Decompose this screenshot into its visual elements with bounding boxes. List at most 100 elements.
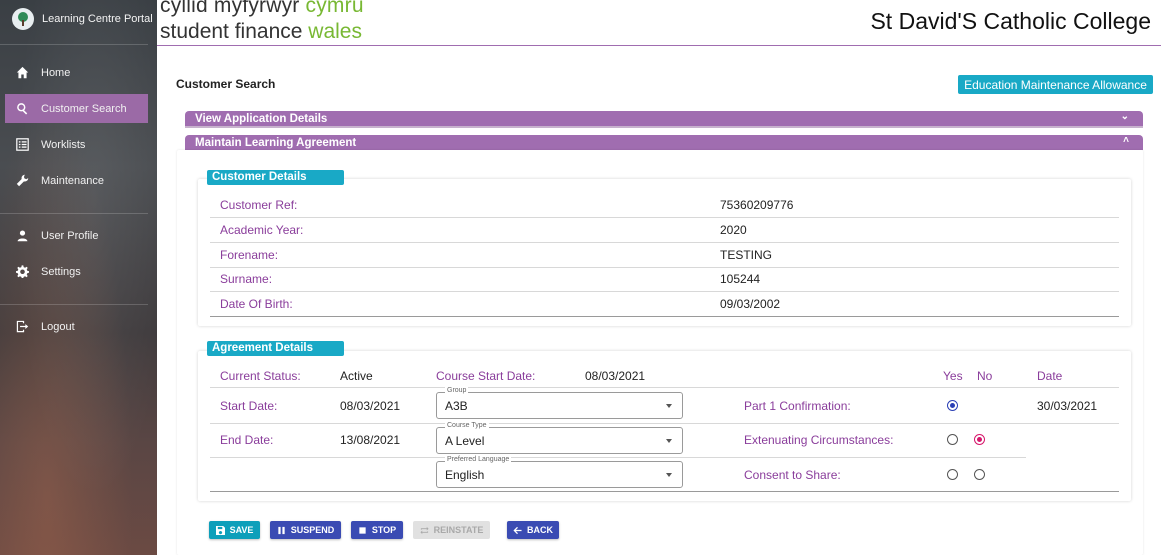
select-legend: Group bbox=[445, 387, 469, 394]
forename-row: Forename: TESTING bbox=[210, 243, 1119, 268]
part1-date-value: 30/03/2021 bbox=[1037, 399, 1098, 413]
logout-icon bbox=[15, 320, 29, 334]
stop-button[interactable]: STOP bbox=[351, 521, 403, 539]
field-label: Date Of Birth: bbox=[220, 297, 293, 311]
arrow-left-icon bbox=[513, 526, 522, 534]
sidebar-item-label: Logout bbox=[41, 320, 75, 333]
brand-logo-english: student finance wales bbox=[160, 20, 362, 43]
header-divider bbox=[157, 45, 1161, 46]
sidebar-item-worklists[interactable]: Worklists bbox=[5, 130, 148, 159]
field-label: Forename: bbox=[220, 248, 279, 262]
repeat-icon bbox=[420, 526, 429, 534]
sidebar-item-maintenance[interactable]: Maintenance bbox=[5, 166, 148, 195]
maintain-learning-agreement-panel[interactable]: Maintain Learning Agreement ˄ bbox=[185, 135, 1143, 150]
sidebar-item-label: User Profile bbox=[41, 229, 99, 242]
consent-yes-radio[interactable] bbox=[947, 469, 958, 480]
chevron-up-icon: ˄ bbox=[1123, 135, 1129, 146]
view-application-details-panel[interactable]: View Application Details ⌄ bbox=[185, 111, 1143, 126]
field-value: 75360209776 bbox=[720, 198, 794, 212]
course-start-date-label: Course Start Date: bbox=[436, 369, 536, 383]
sidebar-item-settings[interactable]: Settings bbox=[5, 257, 148, 286]
part1-yes-radio[interactable] bbox=[947, 400, 958, 411]
save-button[interactable]: SAVE bbox=[209, 521, 260, 539]
button-label: SAVE bbox=[229, 525, 254, 535]
start-date-label: Start Date: bbox=[220, 399, 278, 413]
field-label: Customer Ref: bbox=[220, 198, 298, 212]
dropdown-arrow-icon bbox=[666, 439, 672, 443]
button-label: BACK bbox=[527, 525, 553, 535]
select-value: English bbox=[445, 468, 485, 482]
sidebar: Learning Centre Portal Home Customer Sea… bbox=[0, 0, 157, 555]
field-value: 2020 bbox=[720, 223, 747, 237]
panel-title: Maintain Learning Agreement bbox=[195, 136, 357, 149]
field-label: Academic Year: bbox=[220, 223, 304, 237]
sidebar-item-label: Worklists bbox=[41, 138, 86, 151]
sidebar-divider bbox=[0, 304, 148, 305]
field-label: Surname: bbox=[220, 272, 273, 286]
academic-year-row: Academic Year: 2020 bbox=[210, 218, 1119, 243]
search-icon bbox=[15, 102, 29, 116]
sidebar-item-label: Home bbox=[41, 66, 71, 79]
date-column-header: Date bbox=[1037, 369, 1063, 383]
select-value: A3B bbox=[445, 399, 468, 413]
back-button[interactable]: BACK bbox=[507, 521, 559, 539]
field-value: 105244 bbox=[720, 272, 761, 286]
extenuating-circumstances-label: Extenuating Circumstances: bbox=[744, 433, 894, 447]
tree-logo-icon bbox=[12, 8, 34, 30]
row-divider bbox=[210, 457, 1026, 458]
field-value: TESTING bbox=[720, 248, 773, 262]
stop-icon bbox=[359, 526, 366, 534]
panel-divider bbox=[185, 126, 1143, 128]
portal-header: Learning Centre Portal bbox=[0, 0, 157, 38]
current-status-label: Current Status: bbox=[220, 369, 301, 383]
yes-column-header: Yes bbox=[943, 369, 963, 383]
preferred-language-select[interactable]: Preferred Language English bbox=[436, 456, 683, 488]
user-icon bbox=[15, 229, 29, 243]
button-label: SUSPEND bbox=[290, 525, 335, 535]
customer-details-heading: Customer Details bbox=[207, 170, 344, 185]
dropdown-arrow-icon bbox=[666, 473, 672, 477]
course-start-date-value: 08/03/2021 bbox=[585, 369, 646, 383]
surname-row: Surname: 105244 bbox=[210, 267, 1119, 292]
chevron-down-icon: ⌄ bbox=[1120, 111, 1129, 122]
end-date-value: 13/08/2021 bbox=[340, 433, 401, 447]
sidebar-item-label: Maintenance bbox=[41, 174, 104, 187]
agreement-details-heading: Agreement Details bbox=[207, 341, 344, 356]
reinstate-button[interactable]: REINSTATE bbox=[413, 521, 490, 539]
panel-title: View Application Details bbox=[195, 112, 328, 125]
course-type-select[interactable]: Course Type A Level bbox=[436, 422, 683, 454]
group-select[interactable]: Group A3B bbox=[436, 387, 683, 419]
current-status-value: Active bbox=[340, 369, 373, 383]
page-title: Customer Search bbox=[176, 77, 276, 91]
button-label: STOP bbox=[371, 525, 397, 535]
sidebar-item-home[interactable]: Home bbox=[5, 58, 148, 87]
extenuating-yes-radio[interactable] bbox=[947, 434, 958, 445]
college-name: St David'S Catholic College bbox=[870, 8, 1151, 34]
home-icon bbox=[15, 66, 29, 80]
select-legend: Preferred Language bbox=[445, 456, 512, 463]
customer-ref-row: Customer Ref: 75360209776 bbox=[210, 193, 1119, 218]
field-value: 09/03/2002 bbox=[720, 297, 781, 311]
wrench-icon bbox=[15, 174, 29, 188]
portal-title: Learning Centre Portal bbox=[42, 13, 153, 25]
end-date-label: End Date: bbox=[220, 433, 274, 447]
select-value: A Level bbox=[445, 434, 485, 448]
sidebar-item-label: Customer Search bbox=[41, 102, 127, 115]
sidebar-item-customer-search[interactable]: Customer Search bbox=[5, 94, 148, 123]
consent-to-share-label: Consent to Share: bbox=[744, 468, 841, 482]
extenuating-no-radio[interactable] bbox=[974, 434, 985, 445]
select-legend: Course Type bbox=[445, 422, 489, 429]
sidebar-divider bbox=[0, 213, 148, 214]
pause-icon bbox=[278, 526, 285, 534]
sidebar-divider bbox=[0, 44, 148, 45]
sidebar-item-logout[interactable]: Logout bbox=[5, 312, 148, 341]
sidebar-item-user-profile[interactable]: User Profile bbox=[5, 221, 148, 250]
suspend-button[interactable]: SUSPEND bbox=[270, 521, 341, 539]
consent-no-radio[interactable] bbox=[974, 469, 985, 480]
button-label: REINSTATE bbox=[433, 525, 484, 535]
part1-confirmation-label: Part 1 Confirmation: bbox=[744, 399, 851, 413]
row-divider bbox=[210, 387, 1119, 388]
save-icon bbox=[215, 525, 225, 535]
start-date-value: 08/03/2021 bbox=[340, 399, 401, 413]
row-divider bbox=[210, 491, 1119, 492]
